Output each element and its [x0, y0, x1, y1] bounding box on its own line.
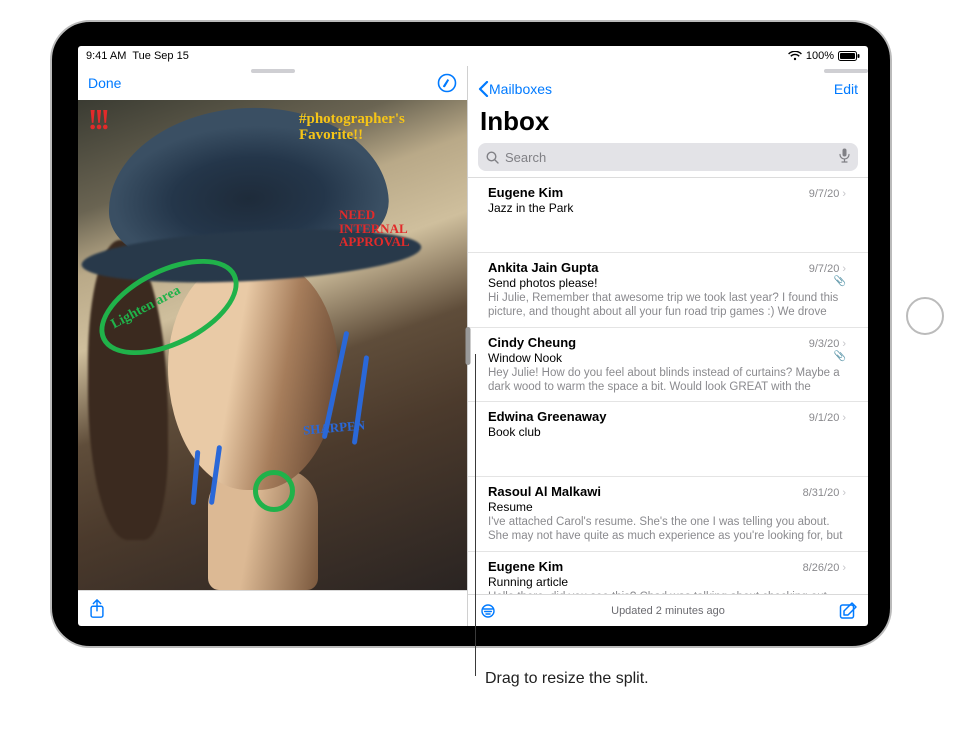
mail-preview: Hi Julie, Remember that awesome trip we …	[488, 291, 846, 320]
chevron-right-icon: ›	[842, 487, 846, 499]
mail-subject: Resume	[488, 500, 846, 514]
annotation-exclaim: !!!	[88, 105, 107, 137]
attachment-icon: 📎	[834, 276, 846, 287]
mail-sender: Eugene Kim	[488, 559, 563, 574]
mail-preview	[488, 216, 846, 245]
status-date: Tue Sep 15	[132, 50, 188, 62]
annotation-need-approval: NEED INTERNAL APPROVAL	[339, 208, 439, 249]
dictate-icon[interactable]	[839, 148, 850, 166]
chevron-right-icon: ›	[842, 188, 846, 200]
chevron-left-icon	[478, 81, 489, 97]
screen: 9:41 AM Tue Sep 15 100% Done	[78, 46, 868, 626]
annotation-blue-stroke	[191, 450, 201, 505]
mail-bottom-toolbar: Updated 2 minutes ago	[468, 594, 868, 626]
mail-subject: Window Nook 📎	[488, 351, 846, 365]
search-field[interactable]: Search	[478, 143, 858, 171]
attachment-icon: 📎	[834, 351, 846, 362]
battery-percent: 100%	[806, 50, 834, 62]
mail-subject: Jazz in the Park	[488, 201, 846, 215]
status-time: 9:41 AM	[86, 50, 126, 62]
mail-sender: Cindy Cheung	[488, 335, 576, 350]
mail-row[interactable]: Cindy Cheung 9/3/20› Window Nook 📎 Hey J…	[468, 328, 868, 403]
search-placeholder: Search	[505, 150, 546, 165]
markup-pane: Done !!! #photographer's Favorite!! NEED…	[78, 66, 468, 626]
mail-subject: Running article	[488, 575, 846, 589]
chevron-right-icon: ›	[842, 263, 846, 275]
filter-button[interactable]	[478, 604, 498, 618]
compose-button[interactable]	[838, 601, 858, 621]
mail-pane: Mailboxes Edit Inbox Search Eugene Kim	[468, 66, 868, 626]
mail-row[interactable]: Ankita Jain Gupta 9/7/20› Send photos pl…	[468, 253, 868, 328]
markup-bottom-toolbar	[78, 590, 467, 626]
mailboxes-back-button[interactable]: Mailboxes	[478, 81, 552, 97]
chevron-right-icon: ›	[842, 338, 846, 350]
mail-date: 8/26/20›	[803, 562, 846, 574]
mail-date: 9/3/20›	[809, 338, 846, 350]
multitask-pill[interactable]	[251, 69, 295, 73]
mail-date: 8/31/20›	[803, 487, 846, 499]
mail-list[interactable]: Eugene Kim 9/7/20› Jazz in the Park Anki…	[468, 177, 868, 594]
mail-sender: Ankita Jain Gupta	[488, 260, 599, 275]
updated-label: Updated 2 minutes ago	[498, 605, 838, 617]
multitask-pill[interactable]	[824, 69, 868, 73]
chevron-right-icon: ›	[842, 412, 846, 424]
mail-preview	[488, 440, 846, 469]
mail-row[interactable]: Rasoul Al Malkawi 8/31/20› Resume I've a…	[468, 477, 868, 552]
share-button[interactable]	[88, 599, 106, 619]
wifi-icon	[788, 51, 802, 61]
home-button[interactable]	[906, 297, 944, 335]
split-resize-handle[interactable]	[466, 327, 471, 365]
mail-row[interactable]: Eugene Kim 9/7/20› Jazz in the Park	[468, 178, 868, 253]
back-label: Mailboxes	[489, 81, 552, 97]
annotation-favorite: #photographer's Favorite!!	[299, 112, 449, 144]
callout-leader-line	[475, 354, 476, 676]
status-bar: 9:41 AM Tue Sep 15 100%	[78, 46, 868, 66]
mail-preview: Hey Julie! How do you feel about blinds …	[488, 366, 846, 395]
mail-sender: Edwina Greenaway	[488, 409, 607, 424]
done-button[interactable]: Done	[88, 75, 121, 91]
photo-canvas[interactable]: !!! #photographer's Favorite!! NEED INTE…	[78, 100, 467, 590]
mail-subject: Book club	[488, 425, 846, 439]
mail-row[interactable]: Eugene Kim 8/26/20› Running article Hell…	[468, 552, 868, 594]
annotation-green-circle	[253, 470, 295, 512]
markup-tools-button[interactable]	[437, 73, 457, 93]
mail-preview: Hello there, did you see this? Chad was …	[488, 590, 846, 594]
mail-row[interactable]: Edwina Greenaway 9/1/20› Book club	[468, 402, 868, 477]
battery-icon	[838, 51, 860, 61]
mail-date: 9/1/20›	[809, 412, 846, 424]
ipad-frame: 9:41 AM Tue Sep 15 100% Done	[50, 20, 892, 648]
mail-preview: I've attached Carol's resume. She's the …	[488, 515, 846, 544]
mail-date: 9/7/20›	[809, 263, 846, 275]
split-view: Done !!! #photographer's Favorite!! NEED…	[78, 66, 868, 626]
search-icon	[486, 151, 499, 164]
inbox-title: Inbox	[468, 106, 868, 143]
callout-text: Drag to resize the split.	[485, 670, 649, 688]
mail-nav-bar: Mailboxes Edit	[468, 72, 868, 106]
mail-sender: Rasoul Al Malkawi	[488, 484, 601, 499]
mail-subject: Send photos please! 📎	[488, 276, 846, 290]
edit-button[interactable]: Edit	[834, 81, 858, 97]
chevron-right-icon: ›	[842, 562, 846, 574]
mail-date: 9/7/20›	[809, 188, 846, 200]
mail-sender: Eugene Kim	[488, 185, 563, 200]
